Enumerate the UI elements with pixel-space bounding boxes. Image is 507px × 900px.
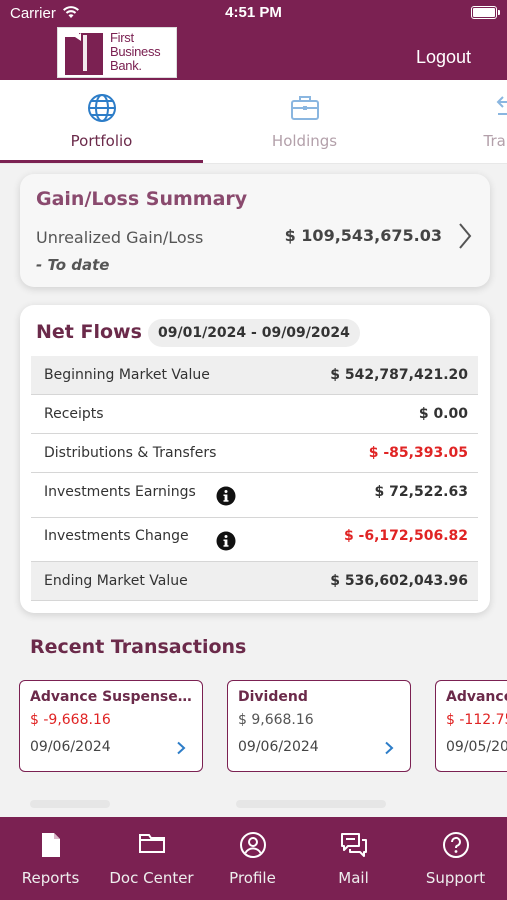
transaction-amount: $ 9,668.16	[238, 712, 314, 728]
chevron-right-icon	[177, 741, 186, 755]
unrealized-gain-loss-label: Unrealized Gain/Loss	[36, 228, 204, 247]
row-value: $ 542,787,421.20	[330, 367, 468, 383]
nav-profile-label: Profile	[229, 869, 276, 887]
transaction-type: Advance Suspense…	[30, 689, 192, 705]
chevron-right-icon	[385, 741, 394, 755]
row-value: $ -6,172,506.82	[343, 528, 468, 544]
nav-support[interactable]: Support	[404, 817, 507, 900]
tab-portfolio[interactable]: Portfolio	[0, 80, 203, 163]
status-bar: Carrier 4:51 PM	[0, 0, 507, 28]
logo-line-1: First	[110, 30, 134, 45]
logo-mark	[61, 31, 105, 75]
date-range-badge[interactable]: 09/01/2024 - 09/09/2024	[148, 319, 360, 347]
logo-line-2: Business	[110, 44, 161, 59]
globe-icon	[87, 94, 116, 122]
faded-placeholder	[30, 800, 110, 808]
table-row: Beginning Market Value $ 542,787,421.20	[31, 356, 478, 395]
row-label: Investments Earnings	[44, 484, 196, 500]
logout-button[interactable]: Logout	[416, 47, 471, 68]
section-tabs: Portfolio Holdings Transc	[0, 80, 507, 164]
table-row: Receipts $ 0.00	[31, 395, 478, 434]
row-label: Ending Market Value	[44, 573, 188, 589]
net-flows-card: Net Flows 09/01/2024 - 09/09/2024 Beginn…	[20, 305, 490, 613]
tab-portfolio-label: Portfolio	[70, 132, 133, 150]
unrealized-gain-loss-value: $ 109,543,675.03	[284, 226, 442, 245]
tab-holdings-label: Holdings	[271, 132, 338, 150]
transaction-amount: $ -112.75	[446, 712, 507, 728]
transaction-amount: $ -9,668.16	[30, 712, 111, 728]
info-icon[interactable]	[216, 486, 236, 506]
chat-icon	[340, 833, 367, 857]
nav-mail-label: Mail	[338, 869, 369, 887]
faded-placeholder	[236, 800, 386, 808]
gain-loss-title: Gain/Loss Summary	[36, 188, 248, 210]
row-value: $ 536,602,043.96	[330, 573, 468, 589]
active-tab-indicator	[0, 160, 203, 163]
transfer-icon	[496, 96, 507, 115]
help-circle-icon	[442, 832, 469, 858]
nav-mail[interactable]: Mail	[303, 817, 404, 900]
transaction-card[interactable]: Dividend $ 9,668.16 09/06/2024	[227, 680, 411, 772]
recent-transactions-title: Recent Transactions	[30, 636, 247, 658]
net-flows-title: Net Flows	[36, 321, 142, 343]
bank-logo: First Business Bank.	[57, 27, 177, 78]
transaction-type: Advance	[446, 689, 507, 705]
transaction-date: 09/06/2024	[30, 739, 111, 755]
logo-line-3: Bank.	[110, 58, 142, 73]
table-row: Investments Change $ -6,172,506.82	[31, 518, 478, 562]
nav-reports[interactable]: Reports	[0, 817, 101, 900]
tab-transactions[interactable]: Transc	[406, 80, 507, 163]
nav-doc-center[interactable]: Doc Center	[101, 817, 202, 900]
row-value: $ 72,522.63	[374, 484, 468, 500]
tab-transactions-label: Transc	[483, 132, 507, 150]
nav-profile[interactable]: Profile	[202, 817, 303, 900]
table-row: Distributions & Transfers $ -85,393.05	[31, 434, 478, 473]
transaction-card[interactable]: Advance $ -112.75 09/05/2024	[435, 680, 507, 772]
table-row: Ending Market Value $ 536,602,043.96	[31, 562, 478, 601]
transaction-card[interactable]: Advance Suspense… $ -9,668.16 09/06/2024	[19, 680, 203, 772]
tab-holdings[interactable]: Holdings	[203, 80, 406, 163]
battery-icon	[471, 6, 500, 19]
briefcase-icon	[290, 96, 319, 120]
transaction-date: 09/05/2024	[446, 739, 507, 755]
net-flows-table: Beginning Market Value $ 542,787,421.20 …	[31, 356, 478, 601]
gain-loss-period: - To date	[36, 256, 110, 274]
table-row: Investments Earnings $ 72,522.63	[31, 473, 478, 518]
row-label: Beginning Market Value	[44, 367, 210, 383]
document-icon	[41, 833, 60, 857]
user-circle-icon	[239, 832, 266, 858]
folder-icon	[138, 834, 165, 853]
gain-loss-card[interactable]: Gain/Loss Summary Unrealized Gain/Loss $…	[20, 174, 490, 287]
row-label: Investments Change	[44, 528, 189, 544]
chevron-right-icon[interactable]	[458, 222, 472, 250]
logo-wordmark: First Business Bank.	[110, 30, 161, 73]
transaction-type: Dividend	[238, 689, 308, 705]
row-label: Distributions & Transfers	[44, 445, 217, 461]
row-label: Receipts	[44, 406, 104, 422]
transaction-date: 09/06/2024	[238, 739, 319, 755]
nav-reports-label: Reports	[21, 869, 80, 887]
nav-doc-center-label: Doc Center	[109, 869, 194, 887]
bottom-navigation: Reports Doc Center Profile Mail Support	[0, 817, 507, 900]
nav-support-label: Support	[425, 869, 486, 887]
clock: 4:51 PM	[225, 4, 282, 21]
info-icon[interactable]	[216, 531, 236, 551]
app-header: Carrier 4:51 PM First Business Bank. Log…	[0, 0, 507, 80]
row-value: $ 0.00	[418, 406, 468, 422]
row-value: $ -85,393.05	[368, 445, 468, 461]
